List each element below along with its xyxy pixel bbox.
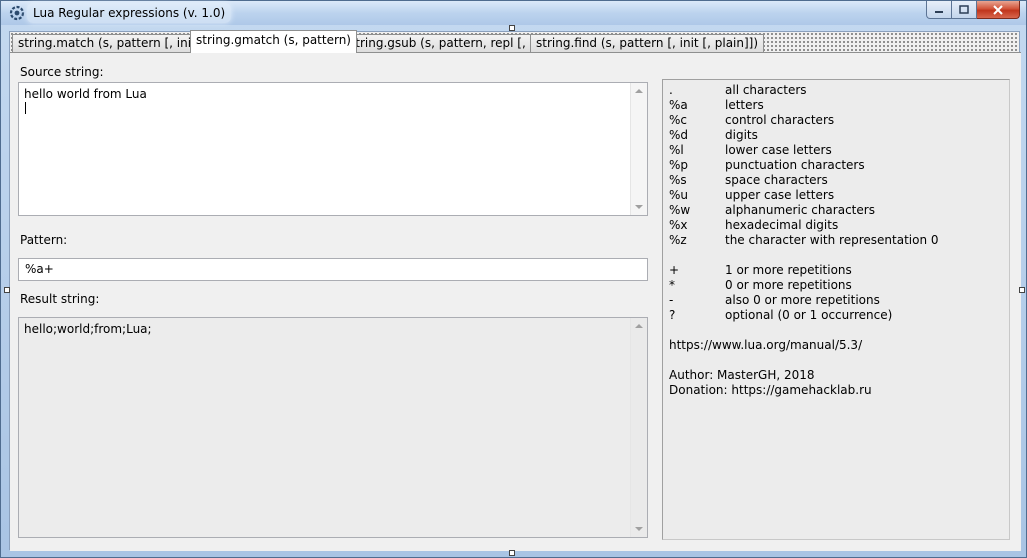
app-window: Lua Regular expressions (v. 1.0) string.… — [0, 0, 1027, 558]
help-description: also 0 or more repetitions — [725, 293, 880, 307]
title-bar[interactable]: Lua Regular expressions (v. 1.0) — [1, 1, 1026, 25]
help-symbol: %c — [669, 113, 687, 127]
resize-handle-left[interactable] — [4, 287, 10, 293]
scroll-up-icon[interactable] — [635, 89, 643, 93]
help-description: 1 or more repetitions — [725, 263, 852, 277]
help-symbol: %z — [669, 233, 687, 247]
window-title: Lua Regular expressions (v. 1.0) — [27, 3, 232, 23]
help-description: lower case letters — [725, 143, 832, 157]
source-string-label: Source string: — [20, 65, 104, 79]
minimize-button[interactable] — [926, 1, 952, 19]
tab-string-gmatch[interactable]: string.gmatch (s, pattern) — [190, 30, 357, 53]
tab-strip: string.match (s, pattern [, init]) strin… — [10, 30, 1019, 53]
resize-handle-right[interactable] — [1019, 287, 1025, 293]
help-description: optional (0 or 1 occurrence) — [725, 308, 893, 322]
resize-handle-top[interactable] — [509, 25, 515, 31]
help-description: punctuation characters — [725, 158, 865, 172]
pattern-label: Pattern: — [20, 233, 68, 247]
help-description: all characters — [725, 83, 807, 97]
donation-text: Donation: https://gamehacklab.ru — [669, 383, 872, 397]
maximize-icon — [959, 4, 969, 14]
help-description: alphanumeric characters — [725, 203, 875, 217]
help-description: control characters — [725, 113, 835, 127]
help-symbol: %x — [669, 218, 688, 232]
result-scrollbar[interactable] — [630, 318, 647, 537]
close-icon — [993, 4, 1003, 15]
help-description: letters — [725, 98, 764, 112]
result-string-label: Result string: — [20, 292, 100, 306]
help-symbol: %d — [669, 128, 689, 142]
help-symbol: ? — [669, 308, 676, 322]
source-string-textarea[interactable]: hello world from Lua — [18, 82, 648, 216]
author-text: Author: MasterGH, 2018 — [669, 368, 815, 382]
text-caret — [25, 102, 26, 114]
manual-url-text: https://www.lua.org/manual/5.3/ — [669, 338, 863, 352]
pattern-help-panel: . all characters %a letters %c control c… — [662, 79, 1010, 540]
help-symbol: %l — [669, 143, 684, 157]
source-scrollbar[interactable] — [630, 83, 647, 215]
help-symbol: . — [669, 83, 673, 97]
help-description: digits — [725, 128, 758, 142]
caption-buttons — [926, 1, 1020, 19]
help-description: hexadecimal digits — [725, 218, 839, 232]
help-description: the character with representation 0 — [725, 233, 939, 247]
tab-string-find[interactable]: string.find (s, pattern [, init [, plain… — [530, 34, 765, 53]
help-symbol: %w — [669, 203, 691, 217]
result-string-value: hello;world;from;Lua; — [24, 322, 152, 336]
help-description: 0 or more repetitions — [725, 278, 852, 292]
help-description: upper case letters — [725, 188, 835, 202]
client-area: string.match (s, pattern [, init]) strin… — [9, 30, 1021, 551]
app-icon — [9, 5, 25, 21]
tab-panel-gmatch: Source string: hello world from Lua Patt… — [10, 52, 1021, 551]
help-symbol: %a — [669, 98, 688, 112]
resize-handle-bottom[interactable] — [509, 550, 515, 556]
scroll-up-icon[interactable] — [635, 324, 643, 328]
help-symbol: %s — [669, 173, 687, 187]
scroll-down-icon[interactable] — [635, 527, 643, 531]
help-symbol: %u — [669, 188, 689, 202]
minimize-icon — [935, 10, 943, 13]
help-symbol: - — [669, 293, 674, 307]
help-symbol: * — [669, 278, 675, 292]
tab-string-match[interactable]: string.match (s, pattern [, init]) — [12, 34, 212, 53]
help-symbol: %p — [669, 158, 689, 172]
result-string-textarea[interactable]: hello;world;from;Lua; — [18, 317, 648, 538]
pattern-input[interactable]: %a+ — [18, 258, 648, 281]
tab-string-gsub[interactable]: string.gsub (s, pattern, repl [, n]) — [343, 34, 553, 53]
scroll-down-icon[interactable] — [635, 205, 643, 209]
close-button[interactable] — [977, 1, 1020, 19]
source-string-value: hello world from Lua — [24, 87, 147, 101]
maximize-button[interactable] — [952, 1, 977, 19]
help-description: space characters — [725, 173, 828, 187]
help-symbol: + — [669, 263, 680, 277]
